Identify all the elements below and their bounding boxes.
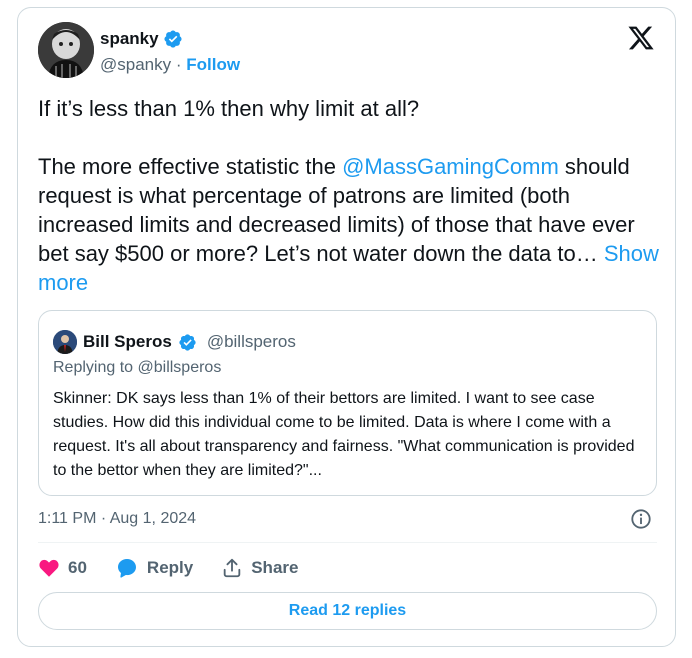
tweet-card: spanky @spanky · Follow If it’s less tha… bbox=[17, 7, 676, 647]
quoted-tweet[interactable]: Bill Speros @billsperos Replying to @bil… bbox=[38, 310, 657, 496]
separator-dot: · bbox=[175, 55, 187, 74]
action-bar: 60 Reply Share bbox=[38, 556, 298, 580]
author-handle[interactable]: @spanky bbox=[100, 55, 171, 74]
quoted-author-row: Bill Speros @billsperos bbox=[53, 330, 296, 354]
timestamp[interactable]: 1:11 PM · Aug 1, 2024 bbox=[38, 510, 196, 528]
info-icon[interactable] bbox=[630, 508, 652, 530]
author-name-row[interactable]: spanky bbox=[100, 29, 183, 49]
follow-button[interactable]: Follow bbox=[186, 55, 240, 74]
divider bbox=[38, 542, 657, 543]
tweet-body: If it’s less than 1% then why limit at a… bbox=[38, 94, 668, 297]
share-button[interactable]: Share bbox=[221, 557, 298, 579]
author-name[interactable]: spanky bbox=[100, 29, 159, 49]
quoted-text: Skinner: DK says less than 1% of their b… bbox=[53, 390, 635, 479]
x-logo-icon[interactable] bbox=[627, 24, 655, 52]
share-label: Share bbox=[251, 558, 299, 577]
handle-line: @spanky · Follow bbox=[100, 55, 240, 75]
like-button[interactable]: 60 bbox=[38, 557, 87, 579]
reply-button[interactable]: Reply bbox=[115, 556, 193, 580]
mention-link[interactable]: @MassGamingComm bbox=[342, 154, 559, 179]
verified-badge-icon bbox=[179, 333, 196, 351]
verified-badge-icon bbox=[164, 30, 182, 48]
tweet-text-before-mention: The more effective statistic the bbox=[38, 154, 343, 179]
read-replies-button[interactable]: Read 12 replies bbox=[38, 592, 657, 630]
avatar[interactable] bbox=[38, 22, 94, 78]
like-count: 60 bbox=[68, 558, 87, 577]
tweet-paragraph-2: The more effective statistic the @MassGa… bbox=[38, 152, 668, 297]
reply-label: Reply bbox=[146, 558, 194, 577]
tweet-paragraph-1: If it’s less than 1% then why limit at a… bbox=[38, 96, 420, 121]
reply-bubble-icon bbox=[117, 559, 136, 578]
heart-icon bbox=[39, 559, 59, 577]
quoted-author-handle: @billsperos bbox=[206, 332, 296, 351]
share-icon bbox=[223, 558, 241, 578]
quoted-author-name: Bill Speros bbox=[83, 332, 172, 351]
replying-to: Replying to @billsperos bbox=[53, 359, 222, 376]
quoted-avatar bbox=[53, 330, 77, 354]
